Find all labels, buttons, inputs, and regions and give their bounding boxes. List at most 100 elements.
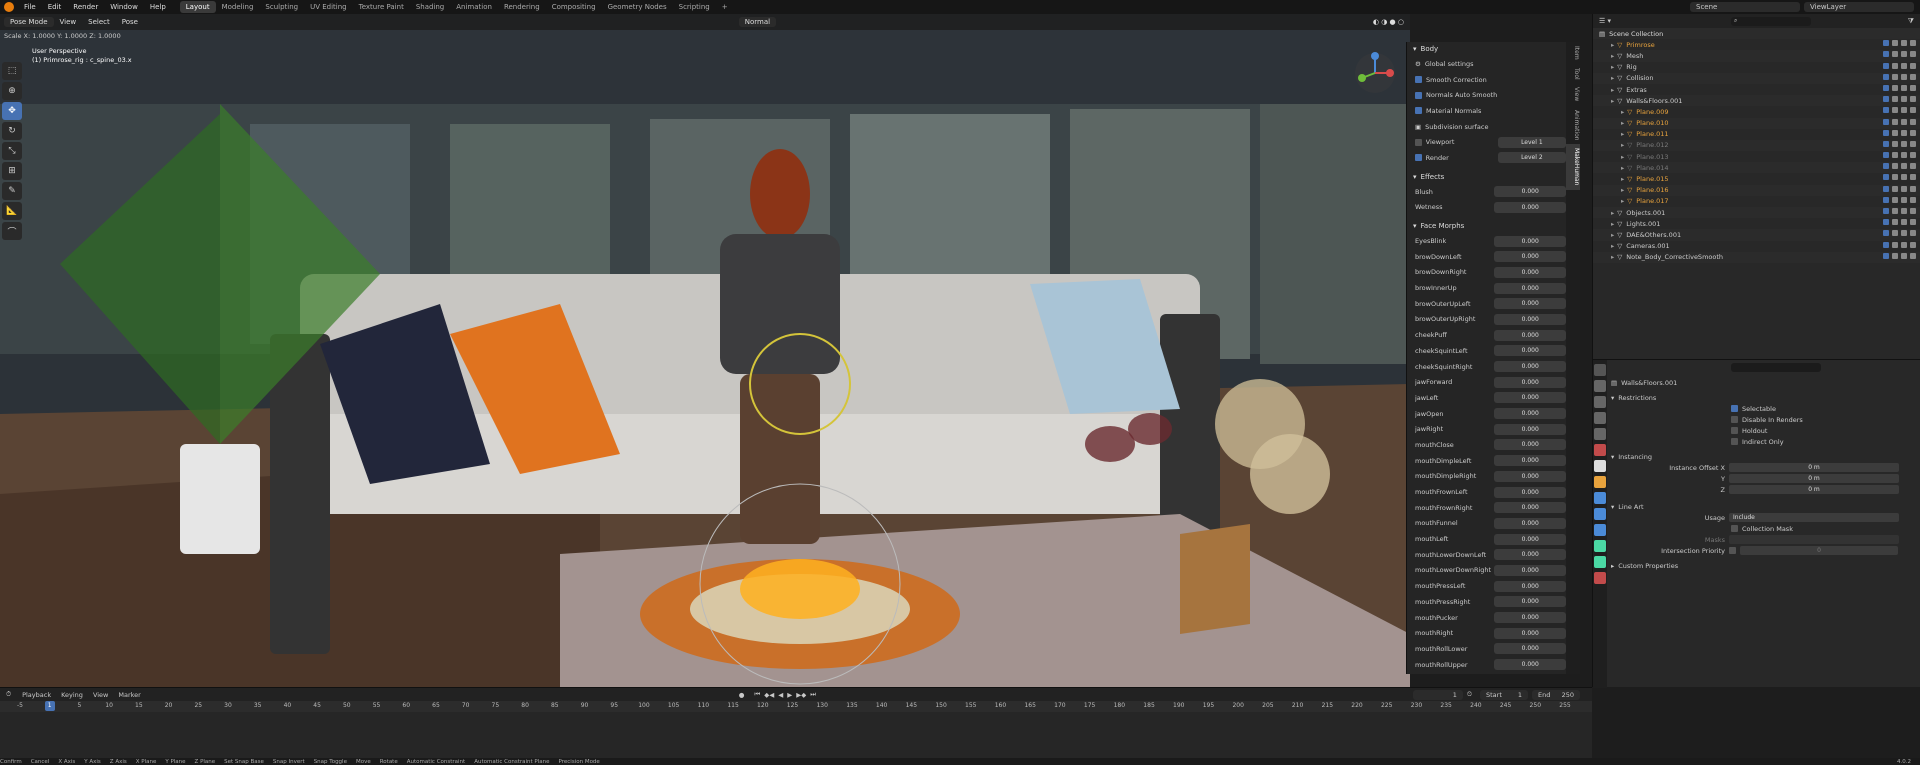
instance-offset-z-field[interactable]: 0 m <box>1729 485 1899 494</box>
outliner-item[interactable]: ▸ ▽ Plane.017 <box>1593 196 1920 207</box>
outliner-item[interactable]: ▸ ▽ Extras <box>1593 84 1920 95</box>
morph-slider[interactable]: 0.000 <box>1494 408 1566 420</box>
morph-row[interactable]: mouthPressLeft 0.000 <box>1407 578 1566 594</box>
exclude-checkbox-icon[interactable] <box>1883 252 1889 259</box>
restriction-indirect-only[interactable]: Indirect Only <box>1611 436 1917 447</box>
expand-arrow-icon[interactable]: ▸ <box>1621 175 1624 183</box>
camera-icon[interactable] <box>1910 185 1916 192</box>
outliner-root[interactable]: ▤ Scene Collection <box>1593 28 1920 40</box>
camera-icon[interactable] <box>1910 140 1916 147</box>
expand-arrow-icon[interactable]: ▸ <box>1621 197 1624 205</box>
outliner-item[interactable]: ▸ ▽ Lights.001 <box>1593 218 1920 229</box>
morph-row[interactable]: jawForward 0.000 <box>1407 374 1566 390</box>
jump-start-icon[interactable]: ⏮ <box>754 690 760 699</box>
move-tool-icon[interactable]: ✥ <box>2 102 22 120</box>
morph-slider[interactable]: 0.000 <box>1494 549 1566 561</box>
view-menu[interactable]: View <box>88 691 113 699</box>
render-level-field[interactable]: Level 2 <box>1497 152 1566 164</box>
scene-selector[interactable]: Scene <box>1690 2 1800 12</box>
morph-row[interactable]: jawOpen 0.000 <box>1407 406 1566 422</box>
checkbox-smooth-correction[interactable]: Smooth Correction <box>1407 72 1566 88</box>
rotate-tool-icon[interactable]: ↻ <box>2 122 22 140</box>
outliner-item[interactable]: ▸ ▽ Objects.001 <box>1593 207 1920 219</box>
morph-row[interactable]: mouthRollLower 0.000 <box>1407 641 1566 657</box>
timeline-track-area[interactable] <box>0 712 1592 758</box>
instance-offset-y-row[interactable]: Y0 m <box>1611 473 1917 484</box>
camera-icon[interactable] <box>1910 62 1916 69</box>
outliner-item[interactable]: ▸ ▽ DAE&Others.001 <box>1593 229 1920 241</box>
camera-icon[interactable] <box>1910 118 1916 125</box>
particles-tab-icon[interactable] <box>1594 508 1606 520</box>
expand-arrow-icon[interactable]: ▸ <box>1611 242 1614 250</box>
camera-icon[interactable] <box>1910 163 1916 170</box>
intersection-priority-row[interactable]: Intersection Priority 0 <box>1611 545 1917 556</box>
morph-row[interactable]: mouthPressRight 0.000 <box>1407 594 1566 610</box>
subdiv-render-row[interactable]: Render Level 2 <box>1407 150 1566 166</box>
select-toggle-icon[interactable] <box>1892 185 1898 192</box>
workspace-tab-compositing[interactable]: Compositing <box>546 1 602 13</box>
exclude-checkbox-icon[interactable] <box>1883 118 1889 125</box>
morph-row[interactable]: EyesBlink 0.000 <box>1407 233 1566 249</box>
morph-slider[interactable]: 0.000 <box>1494 643 1566 655</box>
tab-tool[interactable]: Tool <box>1566 64 1580 84</box>
camera-icon[interactable] <box>1910 107 1916 114</box>
morph-row[interactable]: mouthRight 0.000 <box>1407 625 1566 641</box>
eye-icon[interactable] <box>1901 230 1907 237</box>
camera-icon[interactable] <box>1910 96 1916 103</box>
checkbox-icon[interactable] <box>1415 107 1422 115</box>
select-toggle-icon[interactable] <box>1892 118 1898 125</box>
cursor-tool-icon[interactable]: ⊕ <box>2 82 22 100</box>
constraints-tab-icon[interactable] <box>1594 540 1606 552</box>
menu-render[interactable]: Render <box>67 0 104 14</box>
expand-arrow-icon[interactable]: ▸ <box>1621 130 1624 138</box>
exclude-checkbox-icon[interactable] <box>1883 107 1889 114</box>
playback-menu[interactable]: Playback <box>17 691 56 699</box>
morph-row[interactable]: cheekSquintRight 0.000 <box>1407 359 1566 375</box>
editor-type-icon[interactable]: ⏱ <box>0 690 17 699</box>
morph-row[interactable]: jawLeft 0.000 <box>1407 390 1566 406</box>
morph-slider[interactable]: 0.000 <box>1494 502 1566 514</box>
select-toggle-icon[interactable] <box>1892 107 1898 114</box>
morph-slider[interactable]: 0.000 <box>1494 298 1566 310</box>
morph-row[interactable]: mouthPucker 0.000 <box>1407 610 1566 626</box>
camera-icon[interactable] <box>1910 51 1916 58</box>
collection-tab-icon[interactable] <box>1594 460 1606 472</box>
select-toggle-icon[interactable] <box>1892 62 1898 69</box>
camera-icon[interactable] <box>1910 241 1916 248</box>
checkbox-icon[interactable] <box>1415 138 1422 146</box>
morph-slider[interactable]: 0.000 <box>1494 455 1566 467</box>
morph-row[interactable]: mouthLeft 0.000 <box>1407 531 1566 547</box>
morph-row[interactable]: cheekSquintLeft 0.000 <box>1407 343 1566 359</box>
view-menu[interactable]: View <box>54 18 83 26</box>
expand-arrow-icon[interactable]: ▸ <box>1611 97 1614 105</box>
exclude-checkbox-icon[interactable] <box>1883 196 1889 203</box>
exclude-checkbox-icon[interactable] <box>1883 96 1889 103</box>
expand-arrow-icon[interactable]: ▸ <box>1611 86 1614 94</box>
expand-arrow-icon[interactable]: ▸ <box>1611 220 1614 228</box>
morph-slider[interactable]: 0.000 <box>1494 235 1566 247</box>
camera-icon[interactable] <box>1910 152 1916 159</box>
morph-slider[interactable]: 0.000 <box>1494 329 1566 341</box>
exclude-checkbox-icon[interactable] <box>1883 174 1889 181</box>
morph-row[interactable]: mouthRollUpper 0.000 <box>1407 657 1566 673</box>
menu-edit[interactable]: Edit <box>42 0 68 14</box>
custom-properties-header[interactable]: ▸ Custom Properties <box>1611 560 1917 571</box>
morph-row[interactable]: browDownRight 0.000 <box>1407 265 1566 281</box>
checkbox-icon[interactable] <box>1415 154 1422 162</box>
eye-icon[interactable] <box>1901 174 1907 181</box>
workspace-tab-uv-editing[interactable]: UV Editing <box>304 1 353 13</box>
shading-solid-icon[interactable]: ◐ ◑ ● ○ <box>1367 18 1410 26</box>
outliner-item[interactable]: ▸ ▽ Plane.014 <box>1593 162 1920 174</box>
exclude-checkbox-icon[interactable] <box>1883 185 1889 192</box>
morph-slider[interactable]: 0.000 <box>1494 313 1566 325</box>
scene-tab-icon[interactable] <box>1594 428 1606 440</box>
morph-slider[interactable]: 0.000 <box>1494 423 1566 435</box>
morph-row[interactable]: mouthDimpleRight 0.000 <box>1407 469 1566 485</box>
wetness-slider[interactable]: 0.000 <box>1494 201 1566 213</box>
morph-slider[interactable]: 0.000 <box>1494 439 1566 451</box>
exclude-checkbox-icon[interactable] <box>1883 40 1889 47</box>
eye-icon[interactable] <box>1901 140 1907 147</box>
measure-tool-icon[interactable]: 📐 <box>2 202 22 220</box>
search-icon[interactable]: ⌕ <box>1731 16 1812 26</box>
eye-icon[interactable] <box>1901 51 1907 58</box>
